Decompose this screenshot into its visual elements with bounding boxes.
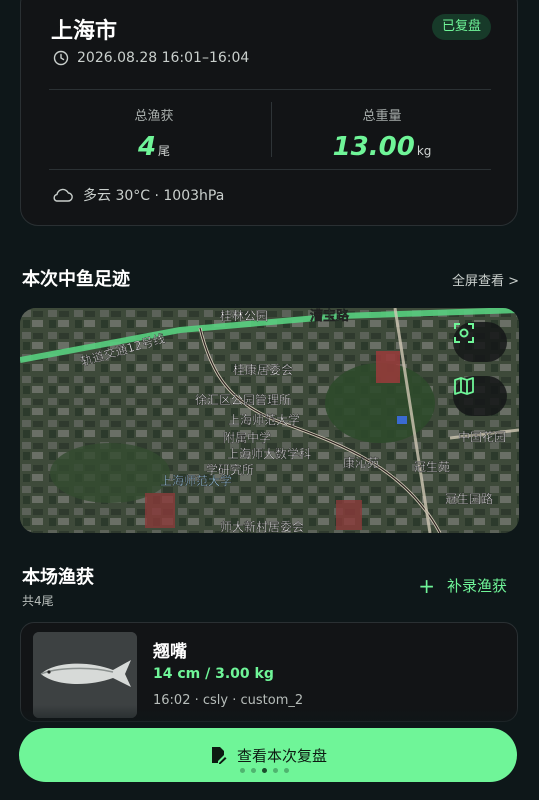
time-range-text: 2026.08.28 16:01–16:04	[77, 50, 250, 66]
city-title: 上海市	[51, 19, 118, 44]
reviewed-status-badge: 已复盘	[431, 14, 491, 40]
map-label: 桂康居委会	[233, 362, 293, 377]
stat-divider	[271, 102, 272, 157]
total-weight-number: 13.00	[332, 132, 415, 162]
page-dot	[273, 768, 278, 773]
total-weight-value: 13.00 kg	[277, 132, 487, 162]
catch-footprint-map[interactable]: 桂林公园 漕宝路 轨道交通12号线 桂康居委会 徐汇区公园管理所 上海师范大学 …	[20, 308, 519, 533]
map-label: 上海师范大学	[160, 473, 232, 488]
add-catch-button[interactable]: + 补录渔获	[418, 575, 507, 596]
fullscreen-view-link[interactable]: 全屏查看 >	[452, 270, 519, 289]
total-weight-label: 总重量	[362, 109, 402, 124]
page-dot-active	[262, 768, 267, 773]
map-layers-icon	[454, 377, 474, 395]
map-layer-button[interactable]	[453, 376, 507, 416]
total-catch-unit: 尾	[158, 144, 171, 158]
map-label: 徐汇区公园管理所	[195, 392, 291, 407]
total-weight-unit: kg	[416, 144, 432, 158]
map-label: 上海师范大学	[228, 412, 300, 427]
fish-name: 翘嘴	[153, 642, 187, 662]
page-dot	[251, 768, 256, 773]
divider	[49, 169, 491, 170]
total-catch-number: 4	[137, 132, 157, 162]
view-review-label: 查看本次复盘	[236, 746, 327, 765]
fish-size-weight: 14 cm / 3.00 kg	[153, 666, 274, 682]
view-review-button[interactable]: 查看本次复盘	[19, 728, 517, 782]
map-label: 冠生园路	[445, 491, 493, 506]
map-label: 师大新村居委会	[220, 519, 304, 533]
map-label: 附属中学	[223, 430, 271, 445]
map-label: 漕宝路	[310, 308, 350, 324]
map-label: 康沁苑	[343, 455, 379, 470]
footprint-section-title: 本次中鱼足迹	[22, 269, 130, 290]
session-summary-card: 上海市 已复盘 2026.08.28 16:01–16:04 总渔获 4尾 总重…	[20, 0, 518, 226]
map-label: 冠生苑	[414, 460, 450, 474]
add-catch-label: 补录渔获	[446, 577, 507, 595]
total-catch-value: 4尾	[49, 132, 259, 162]
map-label: 上海师大数学科	[227, 446, 311, 461]
locate-icon	[454, 323, 474, 343]
plus-icon: +	[418, 573, 435, 598]
satellite-map-image: 桂林公园 漕宝路 轨道交通12号线 桂康居委会 徐汇区公园管理所 上海师范大学 …	[20, 308, 519, 533]
map-label: 桂林公园	[220, 308, 268, 323]
total-catch-label: 总渔获	[134, 109, 174, 124]
weather-row: 多云 30°C · 1003hPa	[51, 185, 224, 205]
weather-text: 多云 30°C · 1003hPa	[83, 188, 225, 204]
edit-document-icon	[211, 747, 227, 764]
time-range-row: 2026.08.28 16:01–16:04	[53, 50, 249, 66]
cloud-icon	[53, 188, 73, 202]
locate-button[interactable]	[453, 322, 507, 362]
total-weight-stat: 总重量 13.00 kg	[277, 105, 487, 162]
clock-icon	[53, 50, 69, 66]
catch-count: 共4尾	[22, 594, 54, 608]
total-catch-stat: 总渔获 4尾	[49, 105, 259, 162]
page-dot	[240, 768, 245, 773]
map-label: 中国花园	[458, 429, 506, 444]
catches-section-title: 本场渔获	[22, 567, 94, 588]
page-dot	[284, 768, 289, 773]
page-indicator	[240, 768, 289, 773]
divider	[49, 89, 491, 90]
